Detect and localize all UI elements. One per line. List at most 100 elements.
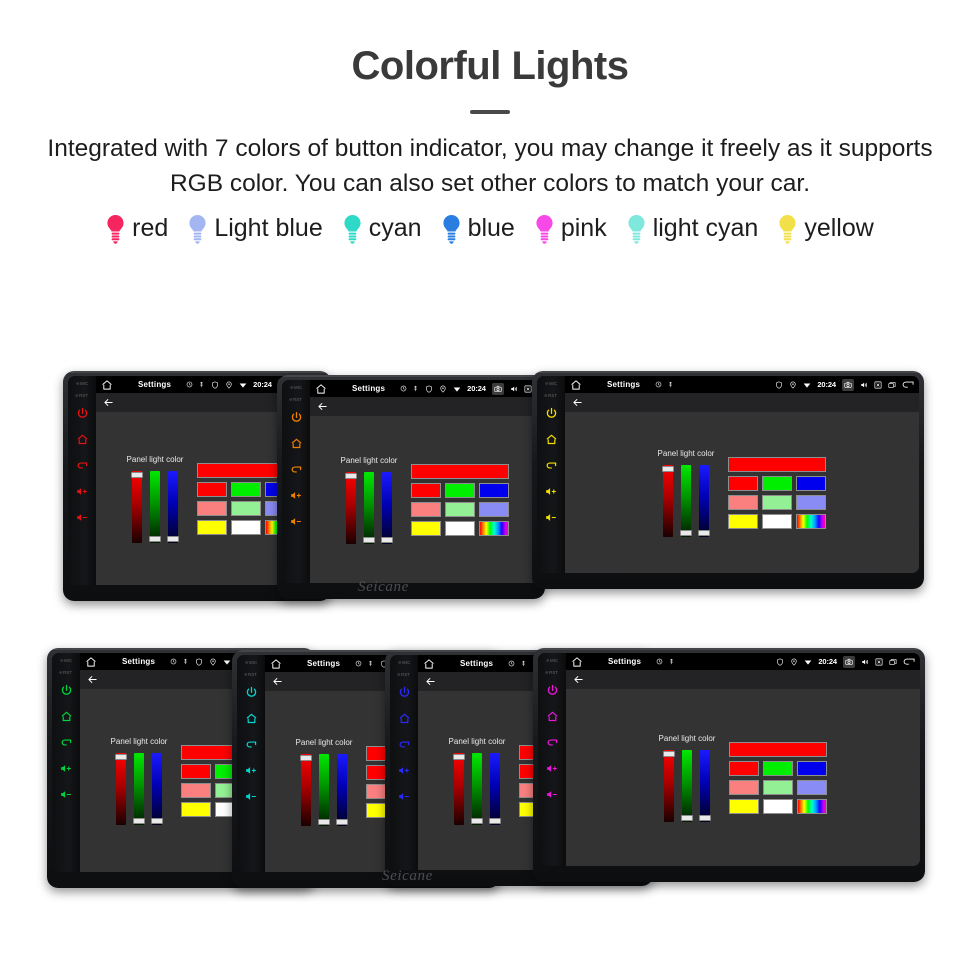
color-swatch-2-1[interactable] — [763, 798, 794, 814]
slider-knob-red[interactable] — [114, 753, 127, 760]
color-swatch-0-0[interactable] — [197, 481, 228, 497]
volume-down-icon[interactable] — [546, 788, 559, 801]
hw-power-button[interactable] — [545, 407, 558, 420]
action-bar-back-button[interactable] — [87, 674, 98, 685]
back-icon[interactable] — [546, 736, 559, 749]
volume-down-icon[interactable] — [245, 790, 258, 803]
power-icon[interactable] — [545, 407, 558, 420]
volume-down-icon[interactable] — [60, 788, 73, 801]
volume-up-icon[interactable] — [398, 764, 411, 777]
head-unit-3[interactable]: MIC RST Settings 20:24 Panel light color — [532, 371, 924, 589]
hw-back-button[interactable] — [398, 738, 411, 751]
volume-up-icon[interactable] — [545, 485, 558, 498]
volume-down-icon[interactable] — [545, 511, 558, 524]
action-bar-back-button[interactable] — [573, 674, 584, 685]
slider-green[interactable] — [470, 752, 483, 825]
volume-up-icon[interactable] — [76, 485, 89, 498]
slider-knob-red[interactable] — [452, 753, 465, 760]
statusbar-home-icon[interactable] — [423, 658, 435, 670]
color-swatch-2-2[interactable] — [797, 798, 828, 814]
hw-power-button[interactable] — [398, 686, 411, 699]
home-icon[interactable] — [290, 437, 303, 450]
slider-knob-red[interactable] — [299, 754, 312, 761]
slider-knob-blue[interactable] — [697, 529, 710, 536]
back-arrow-icon[interactable] — [903, 657, 915, 666]
hw-volume-down-button[interactable] — [245, 790, 258, 803]
color-swatch-1-2[interactable] — [797, 779, 828, 795]
hw-volume-up-button[interactable] — [76, 485, 89, 498]
slider-red[interactable] — [452, 752, 465, 825]
home-icon[interactable] — [315, 383, 327, 395]
back-icon[interactable] — [545, 459, 558, 472]
slider-green[interactable] — [679, 464, 692, 537]
color-swatch-2-0[interactable] — [411, 520, 442, 536]
volume-icon[interactable] — [860, 381, 868, 389]
slider-blue[interactable] — [380, 471, 393, 544]
statusbar-home-icon[interactable] — [315, 383, 327, 395]
power-icon[interactable] — [546, 684, 559, 697]
close-box-icon[interactable] — [874, 381, 882, 389]
touch-screen[interactable]: Settings 20:24 — [310, 380, 540, 583]
hw-back-button[interactable] — [60, 736, 73, 749]
volume-icon[interactable] — [861, 658, 869, 666]
volume-down-icon[interactable] — [290, 515, 303, 528]
color-swatch-0-0[interactable] — [411, 482, 442, 498]
home-icon[interactable] — [245, 712, 258, 725]
home-icon[interactable] — [85, 656, 97, 668]
slider-blue[interactable] — [166, 470, 179, 543]
slider-red[interactable] — [299, 753, 312, 826]
home-icon[interactable] — [76, 433, 89, 446]
recents-icon[interactable] — [888, 381, 896, 389]
back-arrow-icon[interactable] — [425, 676, 436, 687]
hw-back-button[interactable] — [245, 738, 258, 751]
slider-knob-green[interactable] — [679, 529, 692, 536]
hw-home-button[interactable] — [545, 433, 558, 446]
home-icon[interactable] — [546, 710, 559, 723]
hw-back-button[interactable] — [545, 459, 558, 472]
color-swatch-1-2[interactable] — [479, 501, 510, 517]
statusbar-camera-button[interactable] — [491, 382, 504, 395]
action-bar-back-button[interactable] — [272, 676, 283, 687]
color-swatch-2-2[interactable] — [796, 513, 827, 529]
statusbar-camera-button[interactable] — [842, 378, 854, 391]
color-swatch-1-2[interactable] — [796, 494, 827, 510]
slider-knob-red[interactable] — [662, 750, 675, 757]
action-bar-back-button[interactable] — [317, 401, 328, 412]
power-icon[interactable] — [290, 411, 303, 424]
hw-volume-down-button[interactable] — [546, 788, 559, 801]
slider-knob-green[interactable] — [317, 818, 330, 825]
color-swatch-2-1[interactable] — [231, 519, 262, 535]
hw-volume-down-button[interactable] — [76, 511, 89, 524]
back-icon[interactable] — [398, 738, 411, 751]
slider-blue[interactable] — [488, 752, 501, 825]
slider-knob-green[interactable] — [470, 817, 483, 824]
volume-up-icon[interactable] — [290, 489, 303, 502]
color-swatch-1-1[interactable] — [762, 494, 793, 510]
slider-red[interactable] — [114, 752, 127, 825]
home-icon[interactable] — [423, 658, 435, 670]
head-unit-7[interactable]: MIC RST Settings 20:24 Panel light color — [533, 648, 925, 882]
power-icon[interactable] — [60, 684, 73, 697]
color-swatch-2-0[interactable] — [181, 801, 212, 817]
home-icon[interactable] — [270, 658, 282, 670]
slider-knob-blue[interactable] — [488, 817, 501, 824]
slider-knob-blue[interactable] — [150, 817, 163, 824]
slider-blue[interactable] — [698, 749, 711, 822]
color-swatch-1-0[interactable] — [728, 494, 759, 510]
hw-home-button[interactable] — [245, 712, 258, 725]
color-swatch-1-0[interactable] — [411, 501, 442, 517]
statusbar-home-icon[interactable] — [270, 658, 282, 670]
volume-down-icon[interactable] — [398, 790, 411, 803]
hw-power-button[interactable] — [245, 686, 258, 699]
color-swatch-0-0[interactable] — [729, 760, 760, 776]
statusbar-camera-button[interactable] — [843, 655, 855, 668]
camera-icon[interactable] — [494, 385, 502, 393]
back-icon[interactable] — [245, 738, 258, 751]
action-bar-back-button[interactable] — [103, 397, 114, 408]
head-unit-2[interactable]: MIC RST Settings 20:24 Panel light color — [277, 375, 545, 599]
action-bar-back-button[interactable] — [572, 397, 583, 408]
back-arrow-icon[interactable] — [902, 380, 914, 389]
back-arrow-icon[interactable] — [572, 397, 583, 408]
hw-power-button[interactable] — [546, 684, 559, 697]
slider-blue[interactable] — [335, 753, 348, 826]
